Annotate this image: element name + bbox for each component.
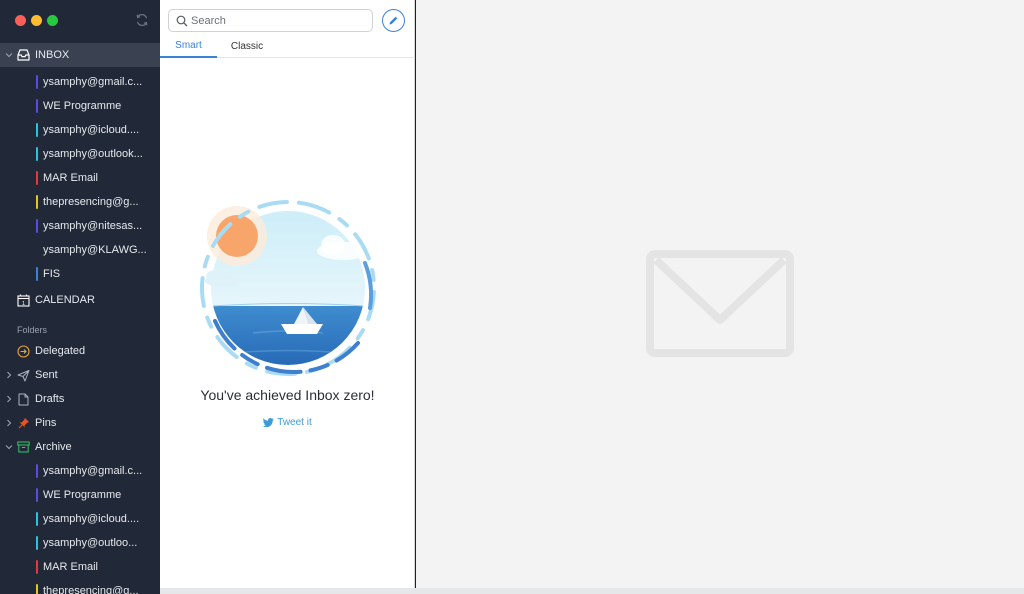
search-input[interactable]: [191, 13, 366, 29]
sidebar-account-item[interactable]: ysamphy@gmail.c...: [0, 459, 160, 483]
account-color-bar: [36, 147, 38, 161]
sidebar-item-label: ysamphy@nitesas...: [43, 220, 143, 232]
window-bottom-edge: [160, 588, 1024, 594]
search-icon: [176, 15, 188, 27]
account-color-bar: [36, 488, 38, 502]
account-color-bar: [36, 584, 38, 594]
sidebar-item-label: MAR Email: [43, 561, 99, 573]
sidebar-item-archive[interactable]: Archive: [0, 435, 160, 459]
inbox-zero-message: You've achieved Inbox zero!: [200, 387, 375, 403]
account-color-bar: [36, 536, 38, 550]
pencil-icon: [389, 16, 398, 25]
sidebar-item-inbox[interactable]: INBOX: [0, 43, 160, 67]
sidebar-item-drafts[interactable]: Drafts: [0, 387, 160, 411]
calendar-icon: 1: [17, 294, 30, 307]
sidebar: INBOX ysamphy@gmail.c... WE Programme ys…: [0, 0, 160, 594]
account-color-bar: [36, 219, 38, 233]
sidebar-item-label: thepresencing@g...: [43, 585, 139, 594]
sidebar-account-item[interactable]: ysamphy@outlook...: [0, 142, 160, 166]
sidebar-item-label: ysamphy@outlook...: [43, 148, 143, 160]
sidebar-account-item[interactable]: ysamphy@KLAWG...: [0, 238, 160, 262]
sidebar-account-item[interactable]: MAR Email: [0, 166, 160, 190]
account-color-bar: [36, 123, 38, 137]
tab-smart[interactable]: Smart: [160, 35, 217, 58]
sidebar-item-label: Drafts: [35, 393, 65, 405]
svg-text:1: 1: [22, 300, 25, 306]
account-color-bar: [36, 99, 38, 113]
sidebar-item-label: WE Programme: [43, 100, 122, 112]
delegated-icon: [17, 344, 30, 358]
drafts-icon: [17, 393, 30, 406]
message-list-pane: Smart Classic: [160, 0, 415, 594]
sidebar-item-calendar[interactable]: 1 CALENDAR: [0, 288, 160, 312]
sidebar-item-label: CALENDAR: [35, 294, 95, 306]
sidebar-account-item[interactable]: ysamphy@gmail.c...: [0, 70, 160, 94]
sidebar-item-label: ysamphy@icloud....: [43, 124, 140, 136]
zoom-window-button[interactable]: [47, 15, 58, 26]
inbox-icon: [17, 49, 30, 62]
minimize-window-button[interactable]: [31, 15, 42, 26]
inbox-zero-illustration: [200, 200, 376, 376]
archive-icon: [17, 441, 30, 454]
sidebar-account-item[interactable]: ysamphy@icloud....: [0, 118, 160, 142]
twitter-icon: [263, 418, 275, 427]
list-tabs: Smart Classic: [160, 35, 415, 58]
sidebar-account-item[interactable]: WE Programme: [0, 94, 160, 118]
pin-icon: [17, 417, 30, 430]
close-window-button[interactable]: [15, 15, 26, 26]
sidebar-item-label: thepresencing@g...: [43, 196, 139, 208]
sidebar-account-item[interactable]: FIS: [0, 262, 160, 286]
account-color-bar: [36, 267, 38, 281]
account-color-bar: [36, 464, 38, 478]
sidebar-account-item[interactable]: ysamphy@outloo...: [0, 531, 160, 555]
sidebar-account-item[interactable]: thepresencing@g...: [0, 579, 160, 594]
envelope-icon: [646, 250, 794, 357]
sidebar-account-item[interactable]: ysamphy@icloud....: [0, 507, 160, 531]
search-box[interactable]: [168, 9, 373, 32]
sidebar-item-pins[interactable]: Pins: [0, 411, 160, 435]
sidebar-item-label: Archive: [35, 441, 72, 453]
sidebar-item-label: ysamphy@gmail.c...: [43, 76, 143, 88]
tab-classic[interactable]: Classic: [222, 35, 272, 58]
sidebar-account-item[interactable]: thepresencing@g...: [0, 190, 160, 214]
sidebar-item-label: FIS: [43, 268, 61, 280]
sidebar-item-delegated[interactable]: Delegated: [0, 339, 160, 363]
sent-icon: [17, 369, 30, 382]
folders-header: Folders: [17, 325, 48, 335]
chevron-down-icon[interactable]: [5, 51, 13, 59]
sidebar-item-label: INBOX: [35, 49, 70, 61]
sidebar-item-label: Sent: [35, 369, 58, 381]
account-color-bar: [36, 75, 38, 89]
compose-button[interactable]: [382, 9, 405, 32]
sync-icon[interactable]: [135, 13, 149, 27]
sidebar-item-label: ysamphy@gmail.c...: [43, 465, 143, 477]
sidebar-item-label: ysamphy@KLAWG...: [43, 244, 147, 256]
sidebar-account-item[interactable]: MAR Email: [0, 555, 160, 579]
sidebar-item-label: Pins: [35, 417, 57, 429]
sidebar-account-item[interactable]: WE Programme: [0, 483, 160, 507]
sidebar-account-item[interactable]: ysamphy@nitesas...: [0, 214, 160, 238]
reading-pane: [416, 0, 1024, 594]
account-color-bar: [36, 512, 38, 526]
chevron-right-icon[interactable]: [5, 371, 13, 379]
account-color-bar: [36, 171, 38, 185]
sidebar-item-label: WE Programme: [43, 489, 122, 501]
sidebar-item-label: ysamphy@icloud....: [43, 513, 140, 525]
tweet-it-label: Tweet it: [277, 417, 312, 428]
chevron-right-icon[interactable]: [5, 395, 13, 403]
tweet-it-link[interactable]: Tweet it: [160, 417, 415, 428]
sidebar-item-label: ysamphy@outloo...: [43, 537, 138, 549]
chevron-right-icon[interactable]: [5, 419, 13, 427]
sidebar-item-label: MAR Email: [43, 172, 99, 184]
sidebar-item-sent[interactable]: Sent: [0, 363, 160, 387]
window-titlebar: [0, 0, 160, 41]
account-color-bar: [36, 560, 38, 574]
chevron-down-icon[interactable]: [5, 443, 13, 451]
sidebar-item-label: Delegated: [35, 345, 86, 357]
account-color-bar: [36, 195, 38, 209]
